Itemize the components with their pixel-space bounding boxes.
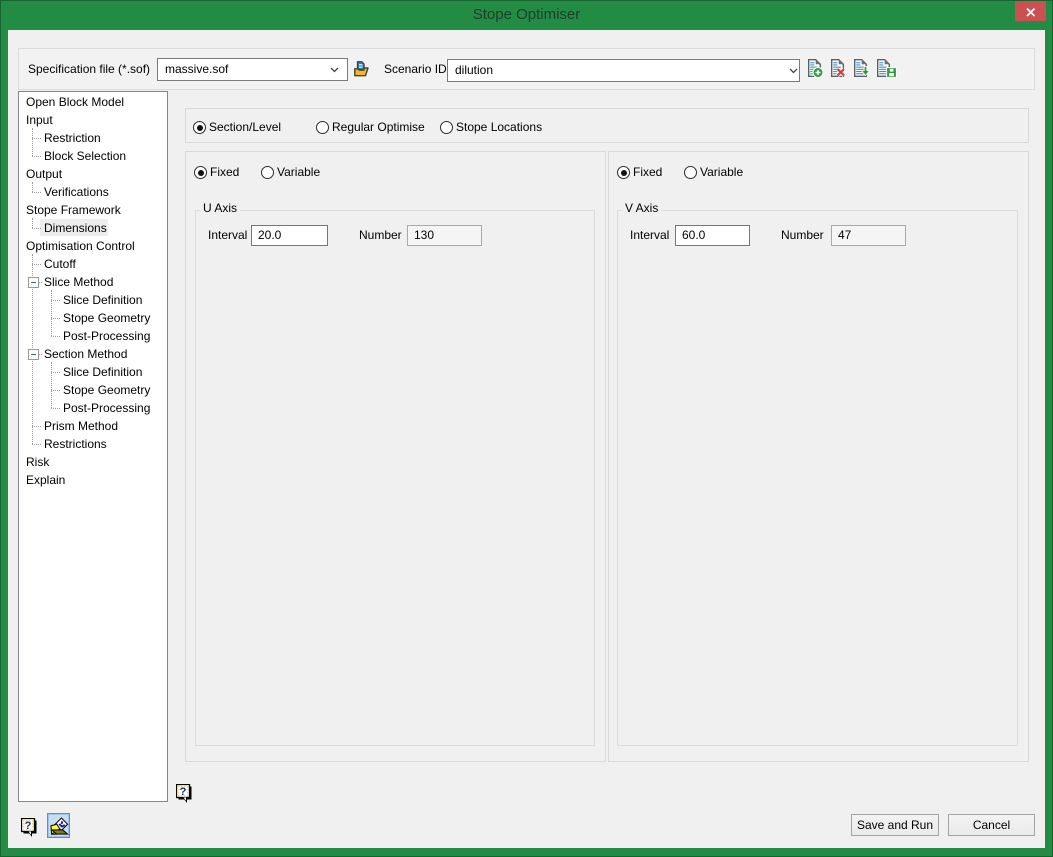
svg-text:?: ? [25,820,32,832]
svg-text:?: ? [180,786,187,798]
